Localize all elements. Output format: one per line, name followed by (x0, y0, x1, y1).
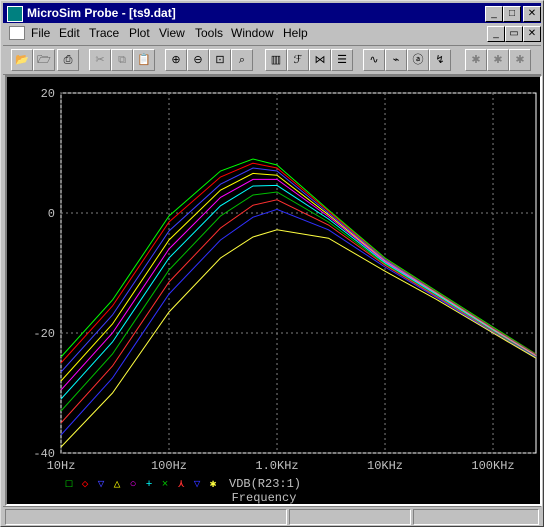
legend-marker: △ (114, 479, 121, 491)
menu-view[interactable]: View (159, 26, 185, 40)
peak-icon[interactable]: ✱ (465, 49, 487, 71)
cut-icon[interactable]: ✂ (89, 49, 111, 71)
app-window: MicroSim Probe - [ts9.dat] _ □ ✕ File Ed… (0, 0, 544, 527)
plot-frame (60, 92, 537, 454)
open-icon[interactable]: 📂 (11, 49, 33, 71)
x-tick-label: 100Hz (151, 459, 187, 473)
legend-marker: ◇ (82, 479, 89, 491)
trough-icon[interactable]: ✱ (487, 49, 509, 71)
toolbar: 📂 🗁 ⎙ ✂ ⧉ 📋 ⊕ ⊖ ⊡ ⌕ ▥ ℱ ⋈ ☰ ∿ ⌁ ⓐ ↯ ✱ ✱ … (3, 45, 541, 75)
traces (60, 158, 537, 448)
app-icon[interactable] (7, 6, 23, 22)
y-tick-label: -40 (33, 447, 55, 461)
series-line (60, 229, 537, 448)
legend-marker: ▽ (194, 479, 201, 491)
series-line (60, 178, 537, 391)
log-x-icon[interactable]: ▥ (265, 49, 287, 71)
paste-icon[interactable]: 📋 (133, 49, 155, 71)
x-tick-label: 10Hz (47, 459, 76, 473)
window-title: MicroSim Probe - [ts9.dat] (27, 6, 176, 20)
tick-labels: 10Hz 100Hz 1.0KHz 10KHz 100KHz 20 0 -20 -40 (33, 87, 514, 473)
copy-icon[interactable]: ⧉ (111, 49, 133, 71)
mark-label-icon[interactable]: ⓐ (407, 49, 429, 71)
doc-minimize-button[interactable]: _ (487, 26, 505, 42)
zoom-in-icon[interactable]: ⊕ (165, 49, 187, 71)
close-button[interactable]: ✕ (523, 6, 541, 22)
menu-plot[interactable]: Plot (129, 26, 150, 40)
legend-marker: + (146, 479, 153, 491)
cursor-icon[interactable]: ⌁ (385, 49, 407, 71)
menu-trace[interactable]: Trace (89, 26, 119, 40)
menu-tools[interactable]: Tools (195, 26, 223, 40)
maximize-button[interactable]: □ (503, 6, 521, 22)
doc-close-button[interactable]: ✕ (523, 26, 541, 42)
eval-icon[interactable]: ☰ (331, 49, 353, 71)
x-tick-label: 10KHz (367, 459, 403, 473)
legend-marker: ○ (130, 479, 137, 491)
plot-area[interactable]: 10Hz 100Hz 1.0KHz 10KHz 100KHz 20 0 -20 -40 □ ◇ ▽ △… (5, 75, 542, 506)
legend-marker: ▽ (98, 479, 105, 491)
legend-marker: ⋏ (177, 479, 185, 491)
status-bar (3, 506, 541, 525)
menu-window[interactable]: Window (231, 26, 274, 40)
x-axis-label: Frequency (232, 491, 297, 504)
legend-marker: □ (66, 479, 73, 491)
add-trace-icon[interactable]: ∿ (363, 49, 385, 71)
y-tick-label: 0 (48, 207, 55, 221)
print-icon[interactable]: ⎙ (57, 49, 79, 71)
slope-icon[interactable]: ✱ (509, 49, 531, 71)
zoom-fit-icon[interactable]: ⌕ (231, 49, 253, 71)
text-label-icon[interactable]: ↯ (429, 49, 451, 71)
title-bar[interactable]: MicroSim Probe - [ts9.dat] _ □ ✕ (3, 3, 541, 23)
legend-label: VDB(R23:1) (229, 477, 301, 491)
x-tick-label: 100KHz (471, 459, 514, 473)
grid (60, 92, 536, 454)
status-panel-3 (413, 509, 539, 525)
doc-restore-button[interactable]: ▭ (505, 26, 523, 42)
minimize-button[interactable]: _ (485, 6, 503, 22)
fft-icon[interactable]: ℱ (287, 49, 309, 71)
menu-help[interactable]: Help (283, 26, 308, 40)
menu-bar: File Edit Trace Plot View Tools Window H… (3, 23, 541, 43)
zoom-area-icon[interactable]: ⊡ (209, 49, 231, 71)
status-panel-1 (5, 509, 287, 525)
status-panel-2 (289, 509, 411, 525)
performance-icon[interactable]: ⋈ (309, 49, 331, 71)
y-tick-label: -20 (33, 327, 55, 341)
menu-edit[interactable]: Edit (59, 26, 80, 40)
series-line (60, 208, 537, 436)
zoom-out-icon[interactable]: ⊖ (187, 49, 209, 71)
series-line (60, 191, 537, 412)
document-icon[interactable] (9, 26, 25, 40)
menu-file[interactable]: File (31, 26, 50, 40)
open-folder-icon[interactable]: 🗁 (33, 49, 55, 71)
y-tick-label: 20 (41, 87, 55, 101)
plot-svg[interactable]: 10Hz 100Hz 1.0KHz 10KHz 100KHz 20 0 -20 -40 □ ◇ ▽ △… (7, 77, 540, 505)
legend-marker: ✱ (210, 479, 217, 491)
legend: □ ◇ ▽ △ ○ + × ⋏ ▽ ✱ VDB(R23:1) (66, 477, 301, 491)
x-tick-label: 1.0KHz (255, 459, 298, 473)
legend-marker: × (162, 479, 169, 491)
